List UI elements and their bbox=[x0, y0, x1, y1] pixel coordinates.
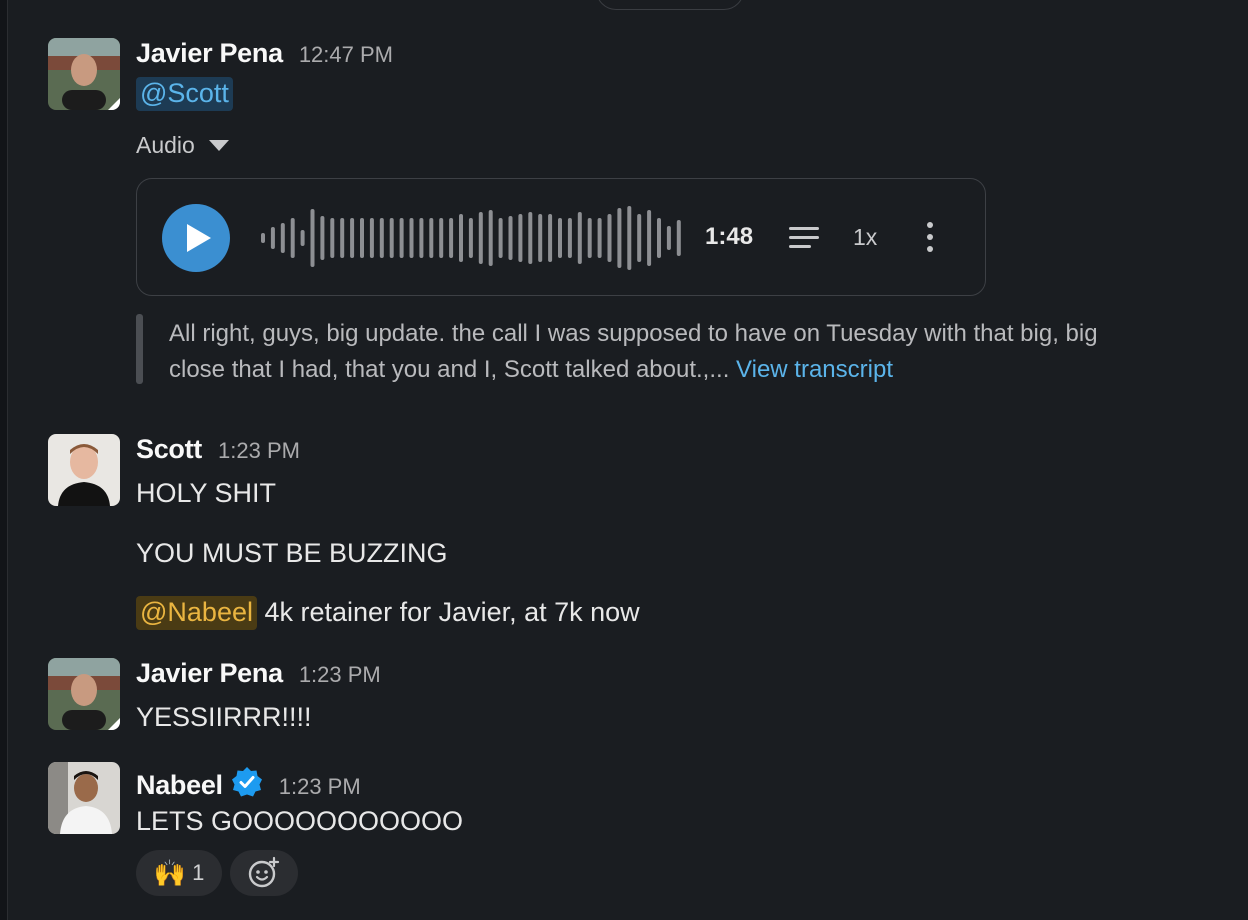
add-reaction-icon bbox=[248, 856, 280, 888]
author-name[interactable]: Nabeel bbox=[136, 770, 223, 801]
waveform[interactable] bbox=[261, 203, 691, 273]
message-text-with-mention: @Nabeel 4k retainer for Javier, at 7k no… bbox=[136, 596, 640, 630]
caret-down-icon bbox=[208, 140, 229, 151]
transcript-lines-icon[interactable] bbox=[789, 227, 819, 251]
author-name[interactable]: Scott bbox=[136, 434, 202, 465]
play-icon[interactable] bbox=[162, 204, 230, 272]
avatar-javier[interactable] bbox=[48, 38, 120, 110]
reactions-bar: 🙌 1 bbox=[136, 850, 298, 896]
mention-scott[interactable]: @Scott bbox=[136, 77, 233, 111]
audio-label: Audio bbox=[136, 132, 195, 158]
playback-speed-button[interactable]: 1x bbox=[853, 224, 877, 251]
audio-duration: 1:48 bbox=[705, 223, 754, 250]
timestamp[interactable]: 1:23 PM bbox=[299, 662, 381, 688]
date-divider-pill[interactable] bbox=[596, 0, 744, 10]
author-name[interactable]: Javier Pena bbox=[136, 38, 283, 69]
more-vertical-icon[interactable] bbox=[927, 222, 933, 258]
transcript-text: All right, guys, big update. the call I … bbox=[169, 320, 1098, 383]
audio-player: 1:48 1x bbox=[136, 178, 986, 296]
author-name[interactable]: Javier Pena bbox=[136, 658, 283, 689]
timestamp[interactable]: 1:23 PM bbox=[218, 438, 300, 464]
reaction-raised-hands[interactable]: 🙌 1 bbox=[136, 850, 222, 896]
avatar-javier[interactable] bbox=[48, 658, 120, 730]
quote-bar bbox=[136, 314, 143, 384]
message-text: LETS GOOOOOOOOOOO bbox=[136, 806, 464, 836]
view-transcript-link[interactable]: View transcript bbox=[736, 356, 893, 383]
message-text: 4k retainer for Javier, at 7k now bbox=[264, 597, 640, 627]
raised-hands-emoji: 🙌 bbox=[153, 857, 187, 888]
avatar-scott[interactable] bbox=[48, 434, 120, 506]
left-divider bbox=[0, 0, 8, 920]
timestamp[interactable]: 12:47 PM bbox=[299, 42, 393, 68]
add-reaction-button[interactable] bbox=[230, 850, 298, 896]
audio-section-toggle[interactable]: Audio bbox=[136, 132, 229, 159]
reaction-count: 1 bbox=[192, 860, 205, 885]
verified-badge-icon bbox=[231, 767, 262, 797]
timestamp[interactable]: 1:23 PM bbox=[279, 774, 361, 800]
message-text: YESSIIRRR!!!! bbox=[136, 702, 312, 732]
mention-nabeel[interactable]: @Nabeel bbox=[136, 596, 257, 630]
avatar-nabeel[interactable] bbox=[48, 762, 120, 834]
message-text: HOLY SHIT bbox=[136, 478, 277, 508]
message-text: YOU MUST BE BUZZING bbox=[136, 538, 448, 568]
